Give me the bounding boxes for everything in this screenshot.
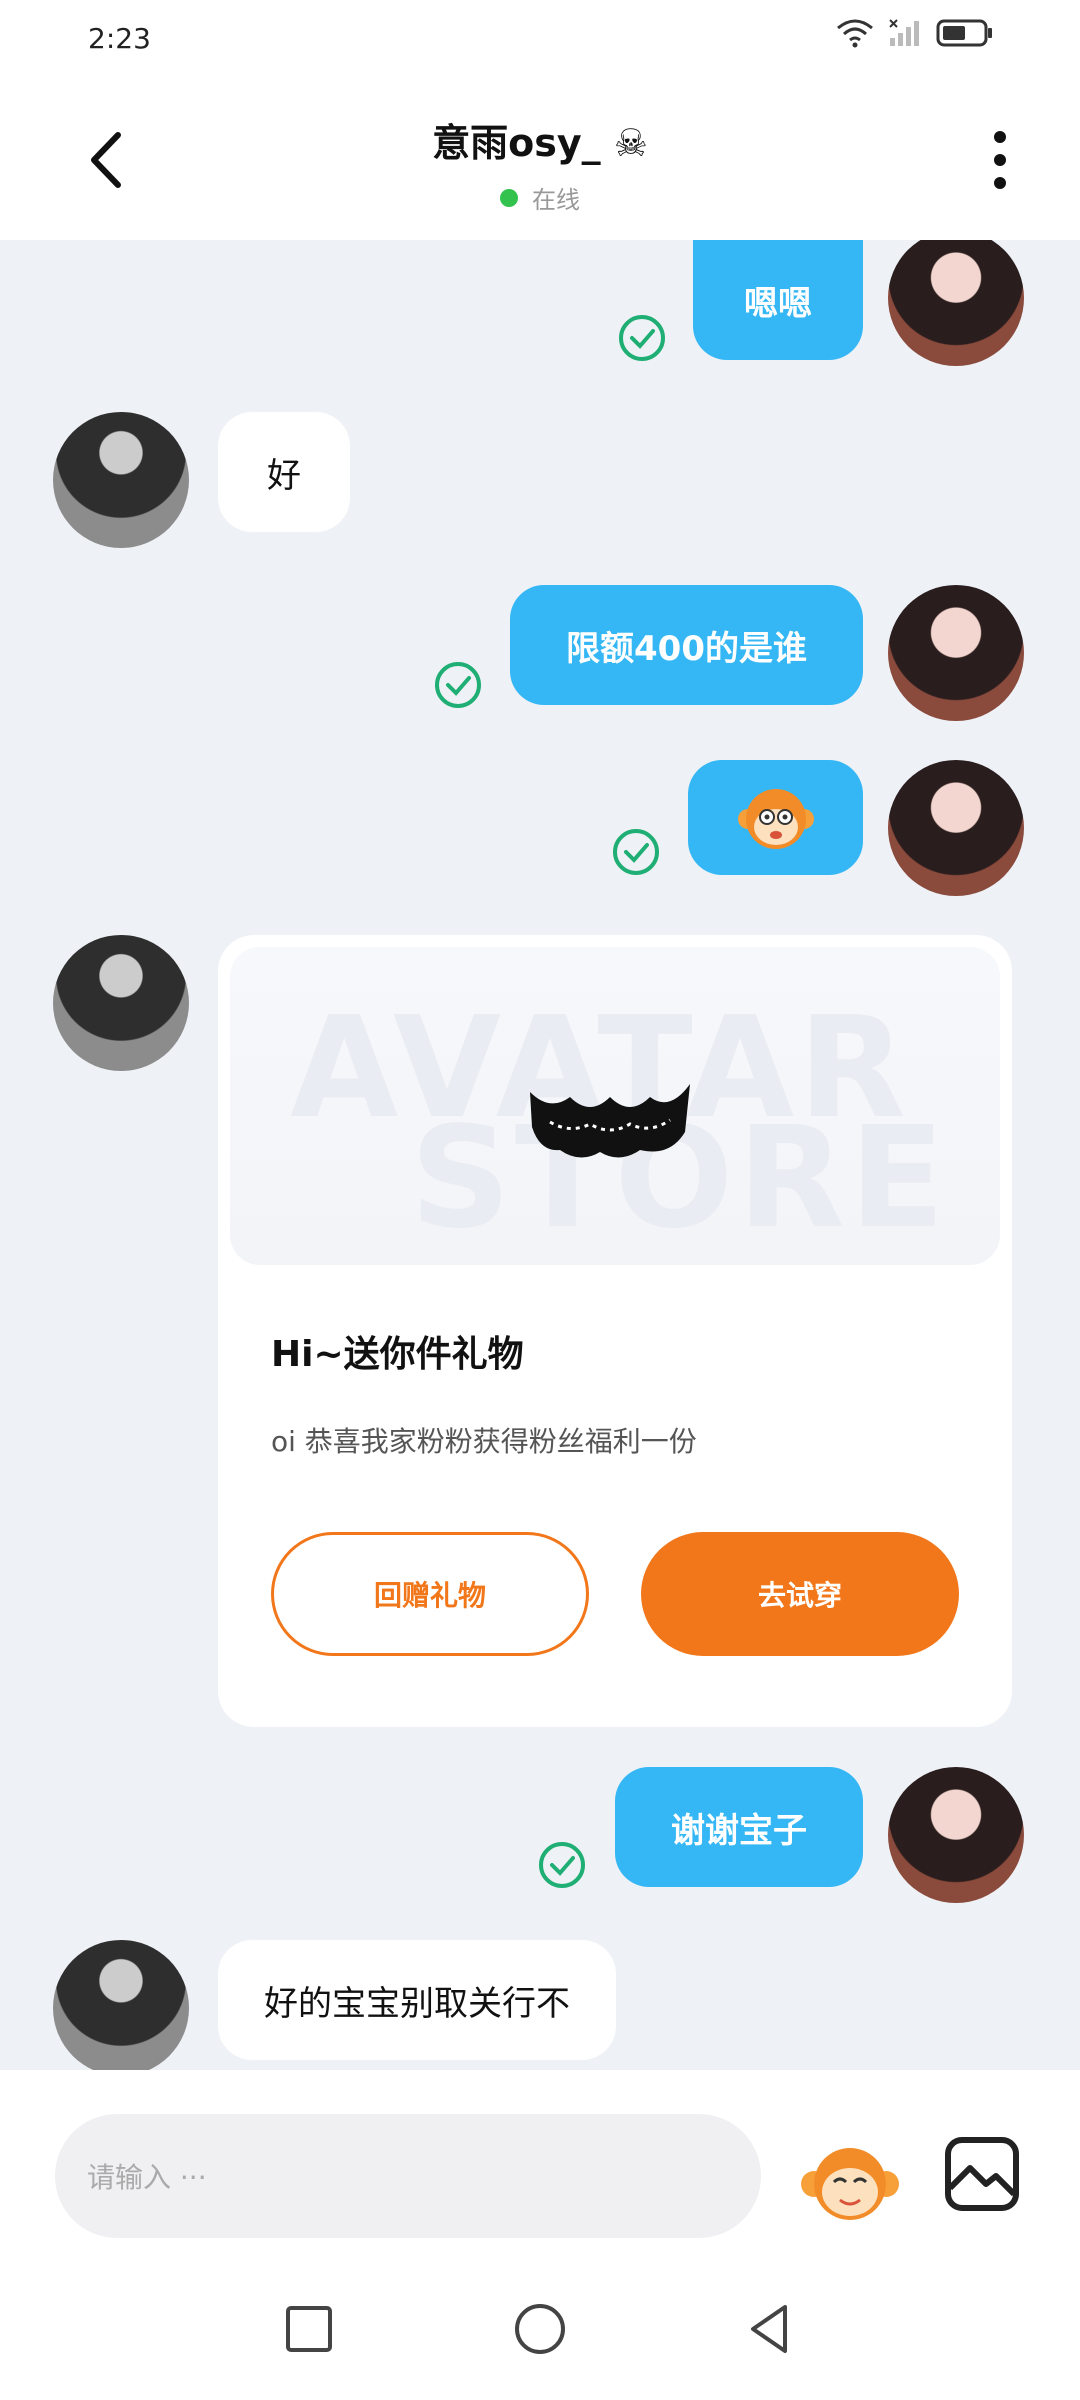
message-bubble-received[interactable]: 好的宝宝别取关行不 [218, 1940, 616, 2060]
online-dot-icon [500, 188, 518, 207]
gift-banner: AVATAR STORE [230, 947, 1000, 1265]
message-input[interactable]: 请输入 ··· [55, 2114, 761, 2238]
gift-item-image [530, 1084, 690, 1158]
message-text: 嗯嗯 [744, 283, 812, 324]
message-bubble-sent[interactable]: 限额400的是谁 [510, 585, 863, 705]
my-avatar[interactable] [888, 585, 1024, 721]
try-on-button[interactable]: 去试穿 [641, 1532, 959, 1656]
contact-avatar[interactable] [53, 1940, 189, 2070]
return-gift-button[interactable]: 回赠礼物 [271, 1532, 589, 1656]
message-text: 谢谢宝子 [671, 1810, 807, 1851]
system-navigation-bar [0, 2260, 1080, 2400]
chat-header: 意雨osy_ ☠ 在线 [0, 80, 1080, 240]
skull-icon: ☠ [613, 121, 648, 165]
signal-icon [889, 19, 919, 46]
my-avatar[interactable] [888, 240, 1024, 366]
my-avatar[interactable] [888, 760, 1024, 896]
message-bubble-sent[interactable]: 嗯嗯 [693, 240, 863, 360]
contact-name: 意雨osy_ ☠ [0, 112, 1080, 167]
more-options-icon[interactable] [980, 125, 1020, 195]
sent-check-icon [613, 829, 659, 875]
gift-title: Hi~送你件礼物 [271, 1334, 524, 1375]
online-status-label: 在线 [532, 186, 580, 214]
gift-card[interactable]: AVATAR STORE Hi~送你件礼物 oi 恭喜我家粉粉获得粉丝福利一份 … [218, 935, 1012, 1727]
online-status: 在线 [0, 180, 1080, 215]
sent-check-icon [619, 315, 665, 361]
sent-check-icon [435, 662, 481, 708]
message-text: 好 [267, 455, 301, 496]
message-text: 限额400的是谁 [566, 628, 807, 669]
wifi-icon [837, 19, 873, 48]
message-bubble-sent[interactable] [688, 760, 863, 875]
sent-check-icon [539, 1842, 585, 1888]
message-bubble-sent[interactable]: 谢谢宝子 [615, 1767, 863, 1887]
contact-avatar[interactable] [53, 412, 189, 548]
contact-name-text: 意雨osy_ [432, 121, 601, 165]
gift-description: oi 恭喜我家粉粉获得粉丝福利一份 [271, 1425, 697, 1458]
my-avatar[interactable] [888, 1767, 1024, 1903]
contact-avatar[interactable] [53, 935, 189, 1071]
message-bubble-received[interactable]: 好 [218, 412, 350, 532]
recent-apps-icon[interactable] [274, 2294, 344, 2364]
monkey-emoji-icon [737, 788, 814, 849]
message-text: 好的宝宝别取关行不 [264, 1983, 570, 2024]
battery-icon [936, 19, 992, 47]
image-icon[interactable] [944, 2136, 1020, 2212]
status-bar: 2:23 [0, 0, 1080, 80]
input-bar: 请输入 ··· [0, 2070, 1080, 2260]
status-time: 2:23 [88, 22, 151, 55]
home-icon[interactable] [505, 2294, 575, 2364]
status-icons [836, 18, 994, 48]
back-triangle-icon[interactable] [735, 2294, 805, 2364]
monkey-sticker-icon[interactable] [800, 2130, 900, 2226]
chat-area[interactable]: 嗯嗯 好 限额400的是谁 AVATAR STORE Hi~送你件礼物 oi 恭… [0, 240, 1080, 2070]
